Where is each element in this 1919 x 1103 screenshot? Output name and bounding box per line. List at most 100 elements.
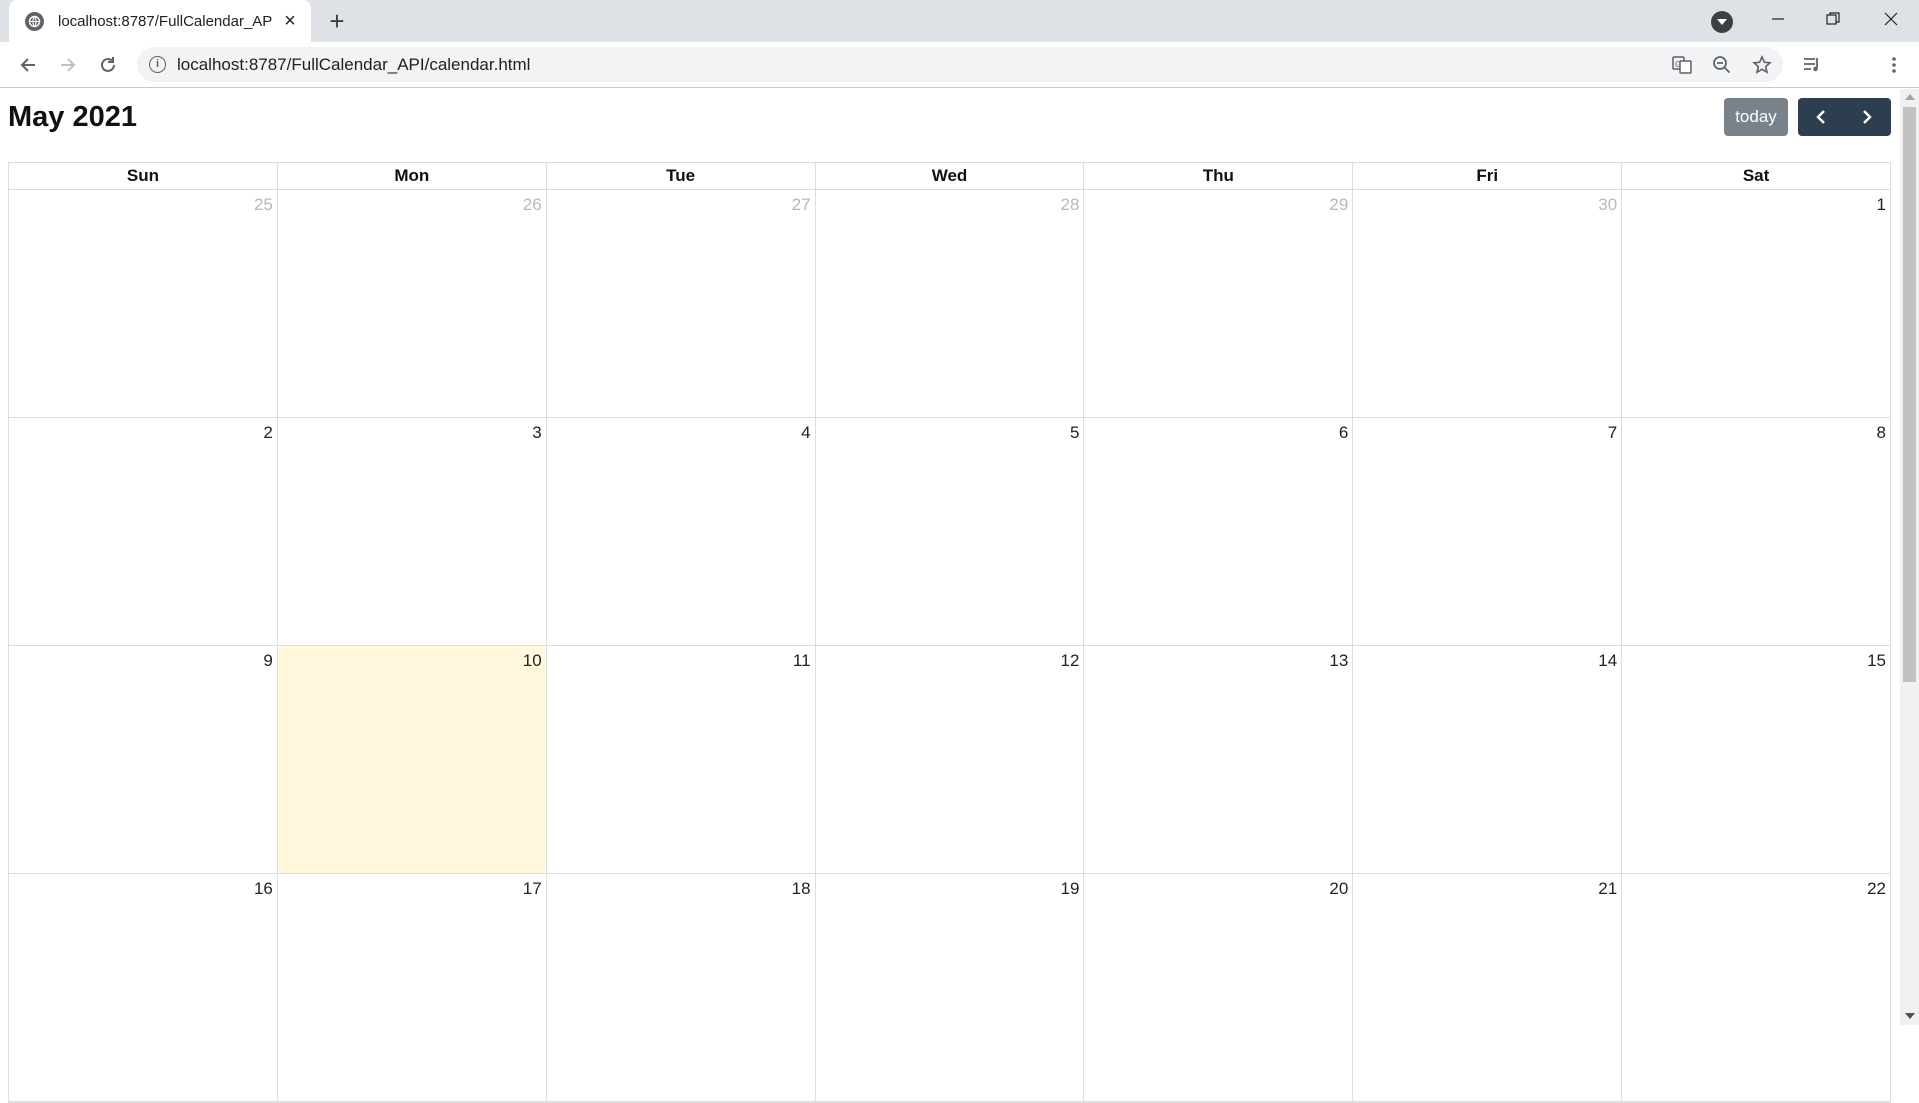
day-cell[interactable]: 1 [1622,190,1890,417]
weekday-label: Sat [1742,166,1770,185]
day-number[interactable]: 25 [254,195,273,215]
day-number[interactable]: 1 [1877,195,1886,215]
weekday-label: Fri [1353,163,1623,189]
day-number[interactable]: 4 [801,423,810,443]
weekday-label: Wed [816,163,1085,189]
week-row: 9 10 11 12 13 14 15 [9,646,1890,874]
day-number[interactable]: 30 [1598,195,1617,215]
day-cell[interactable]: 16 [9,874,278,1101]
minimize-button[interactable] [1755,0,1801,38]
day-cell[interactable]: 17 [278,874,547,1101]
day-cell[interactable]: 11 [547,646,816,873]
day-cell[interactable]: 3 [278,418,547,645]
scrollbar-thumb[interactable] [1903,107,1916,682]
page-content: May 2021 today Sun Mon Tue Wed Thu Fri S… [0,89,1900,1103]
day-number[interactable]: 17 [523,879,542,899]
bookmark-star-icon[interactable] [1749,52,1775,78]
prev-month-button[interactable] [1798,98,1844,136]
back-button[interactable] [12,49,44,81]
day-cell[interactable]: 28 [816,190,1085,417]
day-cell[interactable]: 8 [1622,418,1890,645]
day-number[interactable]: 7 [1608,423,1617,443]
day-number[interactable]: 26 [523,195,542,215]
day-cell[interactable]: 6 [1084,418,1354,645]
weekday-label: Mon [278,163,547,189]
browser-tab[interactable]: localhost:8787/FullCalendar_API/calendar… [9,0,311,42]
close-window-button[interactable] [1868,0,1914,38]
day-number[interactable]: 20 [1329,879,1348,899]
weekday-label: Thu [1084,163,1354,189]
day-number[interactable]: 8 [1877,423,1886,443]
day-number[interactable]: 2 [263,423,272,443]
day-number[interactable]: 15 [1867,651,1886,671]
day-number[interactable]: 19 [1061,879,1080,899]
day-cell[interactable]: 21 [1353,874,1623,1101]
day-cell[interactable]: 14 [1353,646,1623,873]
new-tab-button[interactable]: + [323,8,351,36]
week-row: 25 26 27 28 29 30 1 [9,190,1890,418]
tab-title: localhost:8787/FullCalendar_API/calendar… [58,12,273,30]
day-cell[interactable]: 2 [9,418,278,645]
day-number[interactable]: 13 [1329,651,1348,671]
globe-icon [25,11,44,31]
day-number[interactable]: 27 [792,195,811,215]
day-cell[interactable]: 18 [547,874,816,1101]
day-cell[interactable]: 25 [9,190,278,417]
day-cell[interactable]: 13 [1084,646,1354,873]
restore-button[interactable] [1810,0,1856,38]
day-number[interactable]: 3 [532,423,541,443]
day-cell[interactable]: 20 [1084,874,1354,1101]
calendar-title: May 2021 [8,101,137,133]
scroll-down-icon[interactable] [1905,1013,1915,1019]
browser-toolbar: i localhost:8787/FullCalendar_API/calend… [0,42,1919,88]
day-cell[interactable]: 19 [816,874,1085,1101]
day-number[interactable]: 6 [1339,423,1348,443]
day-cell[interactable]: 7 [1353,418,1623,645]
weekday-header: Sun Mon Tue Wed Thu Fri Sat [9,163,1890,190]
day-number[interactable]: 10 [523,651,542,671]
day-number[interactable]: 9 [263,651,272,671]
day-number[interactable]: 14 [1598,651,1617,671]
next-month-button[interactable] [1844,98,1890,136]
day-number[interactable]: 29 [1329,195,1348,215]
day-number[interactable]: 28 [1061,195,1080,215]
day-number[interactable]: 18 [792,879,811,899]
url-text: localhost:8787/FullCalendar_API/calendar… [177,55,531,74]
day-number[interactable]: 21 [1598,879,1617,899]
week-rows: 25 26 27 28 29 30 1 2 3 4 5 6 7 8 9 10 11 12 13 14 15 16 17 18 1… [9,190,1890,1102]
day-cell[interactable]: 15 [1622,646,1890,873]
scroll-up-icon[interactable] [1905,94,1915,100]
day-number[interactable]: 16 [254,879,273,899]
tab-strip: localhost:8787/FullCalendar_API/calendar… [0,0,1919,42]
chevron-left-icon [1816,110,1825,124]
zoom-out-icon[interactable] [1709,52,1735,78]
day-cell-today[interactable]: 10 [277,646,547,873]
svg-text:G: G [1675,60,1681,69]
day-cell[interactable]: 29 [1084,190,1354,417]
day-cell[interactable]: 9 [9,646,278,873]
day-cell[interactable]: 26 [278,190,547,417]
day-number[interactable]: 22 [1867,879,1886,899]
media-control-icon[interactable] [1796,49,1828,81]
forward-button[interactable] [52,49,84,81]
translate-icon[interactable]: G [1669,52,1695,78]
today-button[interactable]: today [1724,98,1788,136]
address-bar[interactable]: i localhost:8787/FullCalendar_API/calend… [137,47,1783,82]
tab-close-icon[interactable]: × [279,10,301,32]
tab-search-icon[interactable] [1711,11,1733,33]
day-cell[interactable]: 30 [1353,190,1623,417]
day-cell[interactable]: 12 [816,646,1085,873]
day-number[interactable]: 11 [793,651,811,671]
page-scrollbar[interactable] [1900,89,1919,1025]
day-number[interactable]: 12 [1061,651,1080,671]
day-cell[interactable]: 5 [816,418,1085,645]
day-cell[interactable]: 4 [547,418,816,645]
chevron-right-icon [1863,110,1872,124]
browser-menu-icon[interactable] [1878,49,1910,81]
week-row: 2 3 4 5 6 7 8 [9,418,1890,646]
day-number[interactable]: 5 [1070,423,1079,443]
day-cell[interactable]: 27 [547,190,816,417]
day-cell[interactable]: 22 [1622,874,1890,1101]
site-info-icon[interactable]: i [149,56,166,73]
reload-button[interactable] [92,49,124,81]
